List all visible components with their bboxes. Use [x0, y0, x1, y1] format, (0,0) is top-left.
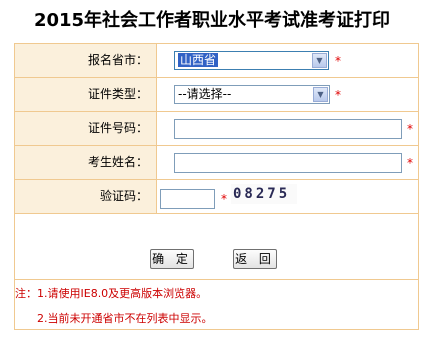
province-row: 报名省市： 山西省 ▼ *: [15, 44, 418, 78]
province-label: 报名省市：: [15, 44, 157, 77]
id-number-input[interactable]: [174, 119, 402, 139]
id-number-label: 证件号码：: [15, 112, 157, 145]
required-mark: *: [407, 122, 413, 136]
id-type-row: 证件类型： --请选择-- ▼ *: [15, 78, 418, 112]
name-input[interactable]: [174, 153, 402, 173]
required-mark: *: [407, 156, 413, 170]
province-selected-value: 山西省: [178, 53, 219, 67]
name-row: 考生姓名： *: [15, 146, 418, 180]
captcha-input[interactable]: [160, 189, 215, 209]
dropdown-arrow-icon[interactable]: ▼: [312, 53, 327, 68]
id-type-select[interactable]: --请选择-- ▼: [174, 85, 330, 104]
id-type-selected-value: --请选择--: [178, 87, 232, 101]
id-type-label: 证件类型：: [15, 78, 157, 111]
page-title: 2015年社会工作者职业水平考试准考证打印: [33, 10, 391, 31]
dropdown-arrow-icon[interactable]: ▼: [313, 87, 328, 102]
required-mark: *: [335, 88, 341, 102]
button-row: 确 定 返 回: [15, 214, 418, 280]
print-form: 报名省市： 山西省 ▼ * 证件类型： --请选择-- ▼ * 证件号码： * …: [14, 43, 419, 330]
id-number-row: 证件号码： *: [15, 112, 418, 146]
required-mark: *: [335, 54, 341, 68]
note-line-1: 注：1.请使用IE8.0及更高版本浏览器。: [15, 287, 208, 300]
required-mark: *: [221, 192, 227, 206]
name-label: 考生姓名：: [15, 146, 157, 179]
note-line-2: 2.当前未开通省市不在列表中显示。: [37, 312, 213, 325]
back-button[interactable]: 返 回: [233, 249, 277, 269]
captcha-label: 验证码：: [15, 180, 157, 213]
confirm-button[interactable]: 确 定: [150, 249, 194, 269]
captcha-image[interactable]: 08275: [231, 184, 297, 204]
province-select[interactable]: 山西省 ▼: [174, 51, 329, 70]
captcha-row: 验证码： * 08275: [15, 180, 418, 214]
